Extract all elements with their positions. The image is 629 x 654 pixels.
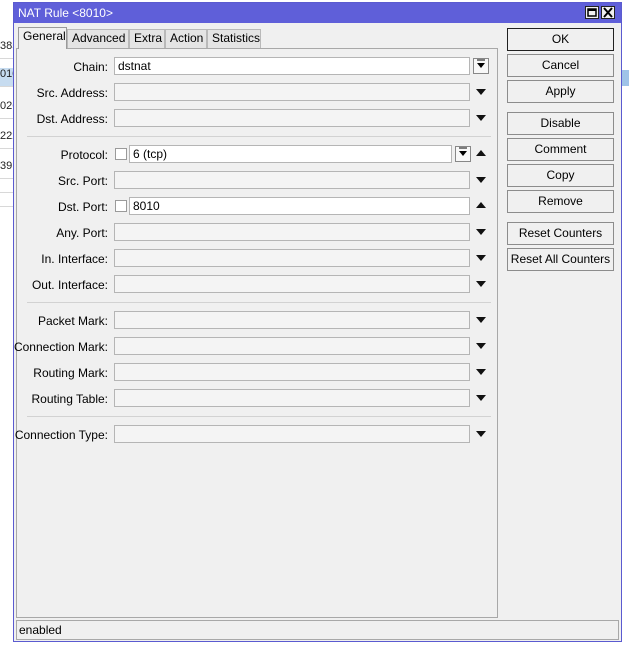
ok-button[interactable]: OK bbox=[507, 28, 614, 51]
out-interface-label: Out. Interface: bbox=[31, 278, 108, 292]
packet-mark-expand-icon[interactable] bbox=[476, 317, 486, 323]
routing-table-expand-icon[interactable] bbox=[476, 395, 486, 401]
background-divider bbox=[0, 192, 14, 193]
dst-address-expand-icon[interactable] bbox=[476, 115, 486, 121]
tab-general[interactable]: General bbox=[18, 27, 67, 49]
chain-label: Chain: bbox=[73, 60, 108, 74]
background-row: 222 bbox=[0, 130, 14, 142]
window-title: NAT Rule <8010> bbox=[18, 6, 113, 20]
connection-mark-expand-icon[interactable] bbox=[476, 343, 486, 349]
chain-dropdown-icon[interactable] bbox=[473, 58, 489, 74]
general-tab-panel: Chain: dstnat Src. Address: Dst. Address… bbox=[14, 48, 498, 618]
packet-mark-field[interactable] bbox=[114, 311, 470, 329]
routing-mark-expand-icon[interactable] bbox=[476, 369, 486, 375]
tab-action[interactable]: Action bbox=[165, 29, 207, 48]
protocol-collapse-icon[interactable] bbox=[476, 150, 486, 156]
any-port-expand-icon[interactable] bbox=[476, 229, 486, 235]
dst-address-field[interactable] bbox=[114, 109, 470, 127]
connection-type-field[interactable] bbox=[114, 425, 470, 443]
section-divider bbox=[27, 302, 491, 303]
tab-extra[interactable]: Extra bbox=[129, 29, 165, 48]
in-interface-expand-icon[interactable] bbox=[476, 255, 486, 261]
section-divider bbox=[27, 136, 491, 137]
protocol-label: Protocol: bbox=[60, 148, 108, 162]
connection-mark-label: Connection Mark: bbox=[13, 340, 108, 354]
src-address-label: Src. Address: bbox=[36, 86, 108, 100]
connection-mark-field[interactable] bbox=[114, 337, 470, 355]
cancel-button[interactable]: Cancel bbox=[507, 54, 614, 77]
dst-port-negate-checkbox[interactable] bbox=[115, 200, 127, 212]
src-address-field[interactable] bbox=[114, 83, 470, 101]
protocol-field[interactable]: 6 (tcp) bbox=[129, 145, 452, 163]
disable-button[interactable]: Disable bbox=[507, 112, 614, 135]
routing-mark-field[interactable] bbox=[114, 363, 470, 381]
any-port-field[interactable] bbox=[114, 223, 470, 241]
dst-port-label: Dst. Port: bbox=[57, 200, 108, 214]
routing-table-field[interactable] bbox=[114, 389, 470, 407]
in-interface-label: In. Interface: bbox=[41, 252, 108, 266]
protocol-negate-checkbox[interactable] bbox=[115, 148, 127, 160]
connection-type-label: Connection Type: bbox=[14, 428, 108, 442]
chain-field[interactable]: dstnat bbox=[114, 57, 470, 75]
remove-button[interactable]: Remove bbox=[507, 190, 614, 213]
dst-port-collapse-icon[interactable] bbox=[476, 202, 486, 208]
reset-all-counters-button[interactable]: Reset All Counters bbox=[507, 248, 614, 271]
reset-counters-button[interactable]: Reset Counters bbox=[507, 222, 614, 245]
dst-port-field[interactable]: 8010 bbox=[129, 197, 470, 215]
protocol-dropdown-icon[interactable] bbox=[455, 146, 471, 162]
close-icon[interactable] bbox=[601, 6, 615, 19]
connection-type-expand-icon[interactable] bbox=[476, 431, 486, 437]
window-titlebar[interactable]: NAT Rule <8010> bbox=[14, 3, 621, 23]
status-bar: enabled bbox=[16, 620, 619, 640]
maximize-icon[interactable] bbox=[585, 6, 599, 19]
routing-table-label: Routing Table: bbox=[31, 392, 109, 406]
src-address-expand-icon[interactable] bbox=[476, 89, 486, 95]
src-port-expand-icon[interactable] bbox=[476, 177, 486, 183]
routing-mark-label: Routing Mark: bbox=[33, 366, 108, 380]
status-text: enabled bbox=[19, 623, 62, 637]
tab-statistics[interactable]: Statistics bbox=[207, 29, 261, 48]
background-selection-edge bbox=[621, 70, 629, 86]
out-interface-field[interactable] bbox=[114, 275, 470, 293]
src-port-field[interactable] bbox=[114, 171, 470, 189]
comment-button[interactable]: Comment bbox=[507, 138, 614, 161]
any-port-label: Any. Port: bbox=[56, 226, 108, 240]
background-divider bbox=[0, 58, 14, 59]
section-divider bbox=[27, 416, 491, 417]
apply-button[interactable]: Apply bbox=[507, 80, 614, 103]
in-interface-field[interactable] bbox=[114, 249, 470, 267]
copy-button[interactable]: Copy bbox=[507, 164, 614, 187]
nat-rule-window: NAT Rule <8010> General Advanced Extra A… bbox=[13, 2, 622, 642]
packet-mark-label: Packet Mark: bbox=[37, 314, 108, 328]
src-port-label: Src. Port: bbox=[57, 174, 108, 188]
out-interface-expand-icon[interactable] bbox=[476, 281, 486, 287]
dst-address-label: Dst. Address: bbox=[36, 112, 108, 126]
background-row: 385 bbox=[0, 40, 14, 52]
tab-advanced[interactable]: Advanced bbox=[67, 29, 129, 48]
